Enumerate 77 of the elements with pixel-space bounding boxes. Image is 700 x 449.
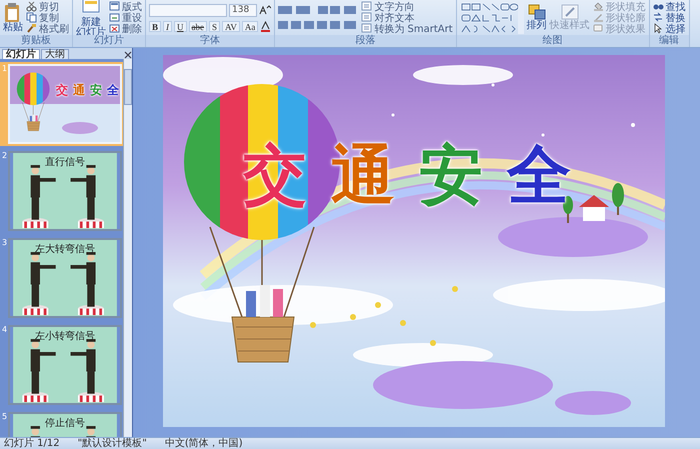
text-icon bbox=[361, 1, 372, 12]
group-label: 编辑 bbox=[650, 35, 689, 47]
text-icon bbox=[361, 12, 372, 23]
thumbnail-title: 停止信号 bbox=[44, 418, 86, 429]
group-label: 绘图 bbox=[456, 35, 649, 47]
thumbnail-title: 直行信号 bbox=[44, 157, 86, 168]
slide-title-char: 安 bbox=[419, 141, 483, 211]
ribbon-button[interactable]: 删除 bbox=[109, 23, 142, 34]
ribbon-button[interactable]: 文字方向 bbox=[361, 1, 453, 12]
ribbon-button[interactable]: 剪切 bbox=[26, 1, 69, 12]
shape-effect-icon bbox=[592, 23, 604, 34]
thumbnail-title-char: 交 bbox=[56, 84, 68, 97]
theme-name: "默认设计模板" bbox=[78, 438, 147, 449]
thumbnail-title-char: 通 bbox=[73, 84, 86, 97]
text-icon bbox=[361, 23, 372, 34]
slide-counter: 幻灯片 1/12 bbox=[4, 438, 60, 449]
delete-icon bbox=[109, 23, 120, 34]
slide-title-char: 通 bbox=[331, 141, 395, 211]
group-label: 字体 bbox=[146, 35, 274, 47]
format-button[interactable]: I bbox=[163, 20, 172, 32]
cursor-icon bbox=[652, 23, 664, 34]
slide-thumbnail-row[interactable]: 2 直行信号 bbox=[0, 149, 123, 233]
format-button[interactable]: Aa bbox=[242, 20, 258, 32]
scrollbar[interactable] bbox=[123, 59, 132, 437]
paint-bucket-icon bbox=[592, 1, 604, 12]
panel-tab[interactable]: 幻灯片 bbox=[2, 49, 40, 59]
shapes-gallery-icon bbox=[460, 2, 524, 34]
ribbon-button[interactable]: 查找 bbox=[652, 1, 686, 12]
thumbnail-title-char: 全 bbox=[107, 84, 120, 97]
format-button[interactable]: B bbox=[149, 20, 162, 32]
brush-icon bbox=[560, 4, 579, 20]
slide-number: 1 bbox=[2, 64, 8, 75]
font-size-field[interactable]: 138 bbox=[229, 4, 257, 16]
ribbon-button[interactable]: 排列 bbox=[526, 4, 547, 31]
ribbon-button[interactable]: 选择 bbox=[652, 23, 686, 34]
grow-font-icon bbox=[259, 4, 271, 16]
font-color-icon bbox=[260, 20, 272, 32]
slide-number: 2 bbox=[2, 151, 8, 162]
ribbon-button[interactable]: 对齐文本 bbox=[361, 12, 453, 23]
slide-number: 5 bbox=[2, 412, 8, 423]
pencil-icon bbox=[592, 12, 604, 23]
slide-thumbnail[interactable]: 直行信号 bbox=[8, 151, 122, 231]
paragraph-tools-icon bbox=[278, 4, 358, 32]
reset-icon bbox=[109, 12, 120, 23]
slide-number: 3 bbox=[2, 238, 8, 249]
thumbnail-title-char: 安 bbox=[90, 84, 102, 97]
scissors-icon bbox=[26, 1, 37, 12]
replace-icon bbox=[652, 12, 664, 23]
ribbon-button[interactable]: 版式 bbox=[109, 1, 142, 12]
ribbon-button[interactable]: 转换为 SmartArt bbox=[361, 23, 453, 34]
format-button[interactable]: AV bbox=[222, 20, 240, 32]
slide-number: 4 bbox=[2, 325, 8, 336]
ribbon-button[interactable]: 重设 bbox=[109, 12, 142, 23]
ribbon-button[interactable]: 复制 bbox=[26, 12, 69, 23]
format-button[interactable]: U bbox=[174, 20, 187, 32]
group-label: 段落 bbox=[275, 35, 456, 47]
close-icon bbox=[124, 51, 132, 59]
format-button[interactable]: abe bbox=[188, 20, 208, 32]
ribbon-button[interactable]: 替换 bbox=[652, 12, 686, 23]
brush-icon bbox=[26, 23, 37, 34]
layout-icon bbox=[109, 1, 120, 12]
slide-title-char: 交 bbox=[243, 141, 307, 211]
panel-tab[interactable]: 大纲 bbox=[41, 49, 69, 59]
arrange-icon bbox=[528, 4, 546, 20]
slide-thumbnail[interactable]: 交 通 安 全 bbox=[8, 64, 122, 144]
format-button[interactable]: S bbox=[209, 20, 220, 32]
group-label: 幻灯片 bbox=[73, 35, 145, 47]
slide-thumbnail-row[interactable]: 5 停止信号 bbox=[0, 410, 123, 437]
language-indicator: 中文(简体，中国) bbox=[164, 438, 243, 449]
group-label: 剪贴板 bbox=[0, 35, 72, 47]
ribbon-button[interactable]: 粘贴 bbox=[3, 2, 23, 33]
slide-thumbnail-row[interactable]: 1 交 通 安 全 bbox=[0, 62, 123, 146]
copy-icon bbox=[26, 12, 37, 23]
font-name-field[interactable] bbox=[149, 4, 227, 16]
slide-title-char: 全 bbox=[507, 141, 571, 211]
ribbon-button[interactable]: 格式刷 bbox=[26, 23, 69, 34]
slide-thumbnail[interactable]: 停止信号 bbox=[8, 412, 122, 437]
